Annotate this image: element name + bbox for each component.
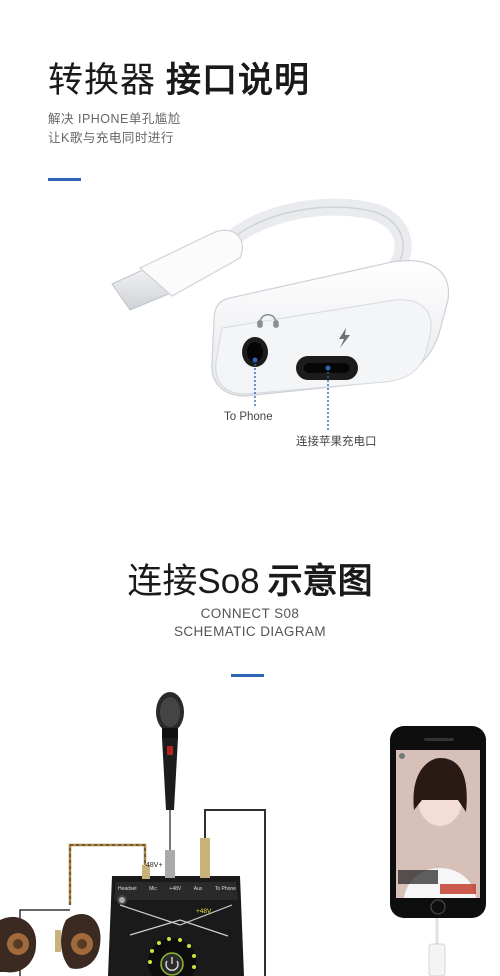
section1-subtitle-1: 解决 IPHONE单孔尴尬	[48, 112, 181, 126]
section1-subtitle-2: 让K歌与充电同时进行	[48, 131, 174, 145]
power-icon	[165, 957, 179, 971]
adapter-illustration	[111, 198, 450, 430]
section2-en-line2: SCHEMATIC DIAGRAM	[173, 624, 327, 639]
lightning-port	[296, 356, 358, 380]
port-label: Headset	[118, 886, 137, 892]
to-phone-label: To Phone	[224, 411, 273, 423]
earphones	[0, 914, 101, 973]
section2-title-bold: 示意图	[267, 562, 373, 601]
section2-en-line1: CONNECT S08	[200, 606, 300, 621]
lightning-icon	[339, 328, 350, 348]
schematic-diagram	[0, 692, 486, 976]
section1-title-bold: 接口说明	[166, 61, 311, 100]
headphone-jack	[242, 337, 268, 367]
microphone	[156, 692, 184, 850]
section1-title: 转换器 接口说明	[48, 52, 310, 103]
section2-title-light: 连接So8	[127, 562, 260, 601]
smartphone	[390, 726, 486, 918]
label-48v-plus: 48V+	[146, 862, 163, 869]
port-label: Aux	[193, 886, 203, 892]
headphone-icon	[257, 313, 279, 328]
label-plus-48v: +48V	[196, 908, 212, 915]
mixer-port-labels: Headset Mic +48V Aux To Phone	[118, 886, 236, 892]
port-label: To Phone	[214, 886, 236, 892]
lightning-plug	[111, 229, 243, 311]
accent-divider-2	[231, 674, 264, 677]
section2-title: 连接So8 示意图	[0, 553, 500, 604]
accent-divider-1	[48, 178, 81, 181]
charge-port-label: 连接苹果充电口	[296, 436, 377, 448]
section1-title-light: 转换器	[48, 61, 157, 100]
port-label: +48V	[169, 886, 182, 892]
port-label: Mic	[149, 886, 157, 892]
